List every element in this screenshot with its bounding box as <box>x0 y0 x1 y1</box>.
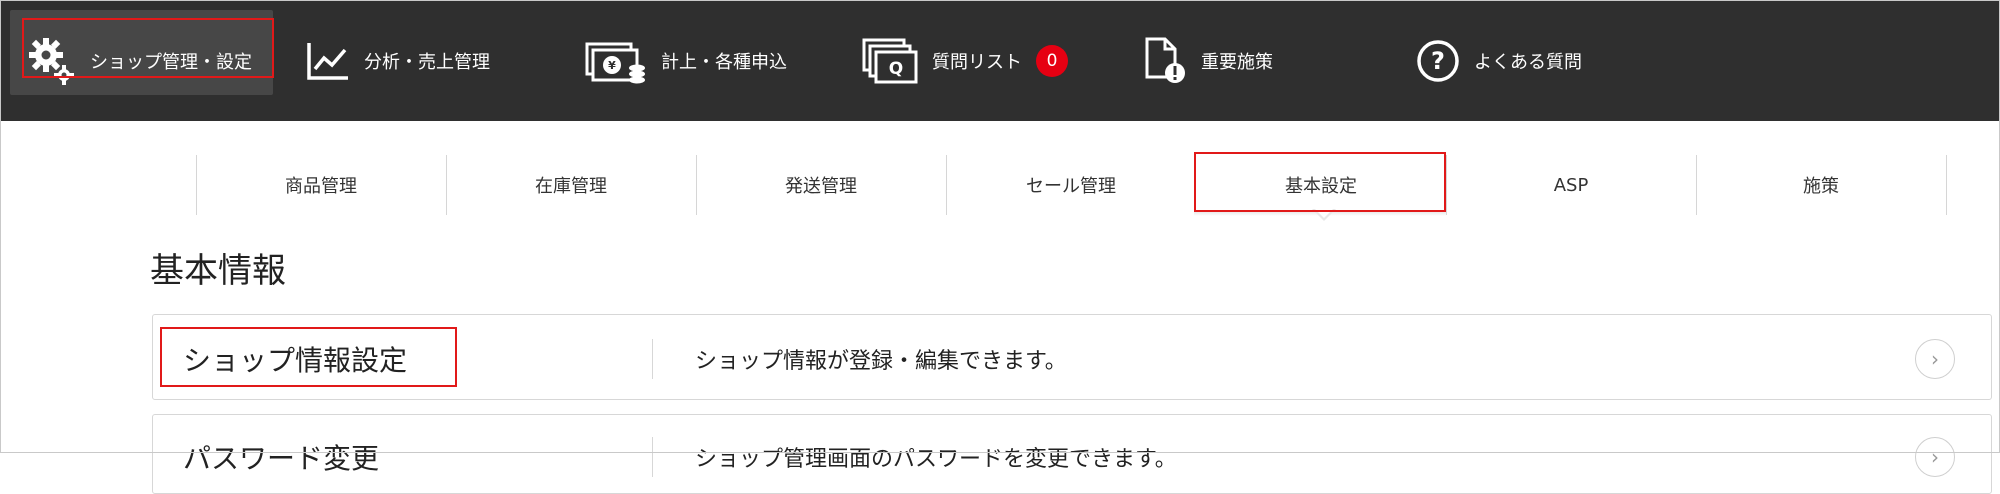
nav-question-list[interactable]: Q 質問リスト 0 <box>862 0 1068 121</box>
settings-row-password[interactable]: パスワード変更 ショップ管理画面のパスワードを変更できます。 › <box>152 414 1992 494</box>
row-divider <box>652 437 653 477</box>
settings-row-shop-info[interactable]: ショップ情報設定 ショップ情報が登録・編集できます。 › <box>152 314 1992 400</box>
nav-label: 計上・各種申込 <box>661 51 787 73</box>
tab-inventory-management[interactable]: 在庫管理 <box>446 155 696 215</box>
tab-product-management[interactable]: 商品管理 <box>196 155 446 215</box>
row-title: ショップ情報設定 <box>183 344 408 377</box>
nav-label: ショップ管理・設定 <box>90 51 252 73</box>
nav-accounting-applications[interactable]: ¥ 計上・各種申込 <box>585 0 787 121</box>
tab-divider <box>1946 155 1947 215</box>
nav-shop-management[interactable]: ショップ管理・設定 <box>28 0 252 121</box>
nav-label: 重要施策 <box>1201 51 1273 73</box>
svg-text:Q: Q <box>889 59 903 79</box>
nav-analytics-sales[interactable]: 分析・売上管理 <box>306 0 490 121</box>
nav-important-measures[interactable]: 重要施策 <box>1143 0 1273 121</box>
row-title: パスワード変更 <box>183 442 380 475</box>
page-title: 基本情報 <box>150 251 286 291</box>
line-chart-icon <box>306 41 350 81</box>
tab-asp[interactable]: ASP <box>1446 155 1696 215</box>
svg-text:¥: ¥ <box>608 59 616 72</box>
nav-label: よくある質問 <box>1474 51 1582 73</box>
tab-measures[interactable]: 施策 <box>1696 155 1946 215</box>
tab-shipping-management[interactable]: 発送管理 <box>696 155 946 215</box>
gears-icon <box>28 33 76 89</box>
row-description: ショップ情報が登録・編集できます。 <box>695 349 1067 374</box>
chevron-right-icon[interactable]: › <box>1915 339 1955 379</box>
highlight-active-tab <box>1194 152 1446 212</box>
nav-label: 分析・売上管理 <box>364 51 490 73</box>
tab-sale-management[interactable]: セール管理 <box>946 155 1196 215</box>
svg-text:?: ? <box>1431 47 1445 75</box>
help-circle-icon: ? <box>1416 39 1460 83</box>
nav-label: 質問リスト <box>932 51 1022 73</box>
nav-faq[interactable]: ? よくある質問 <box>1416 0 1582 121</box>
row-divider <box>652 339 653 379</box>
chevron-right-icon[interactable]: › <box>1915 437 1955 477</box>
unread-count-badge: 0 <box>1036 44 1068 77</box>
question-list-icon: Q <box>862 38 918 84</box>
row-description: ショップ管理画面のパスワードを変更できます。 <box>695 447 1177 472</box>
money-coins-icon: ¥ <box>585 38 647 84</box>
important-document-icon <box>1143 37 1187 85</box>
